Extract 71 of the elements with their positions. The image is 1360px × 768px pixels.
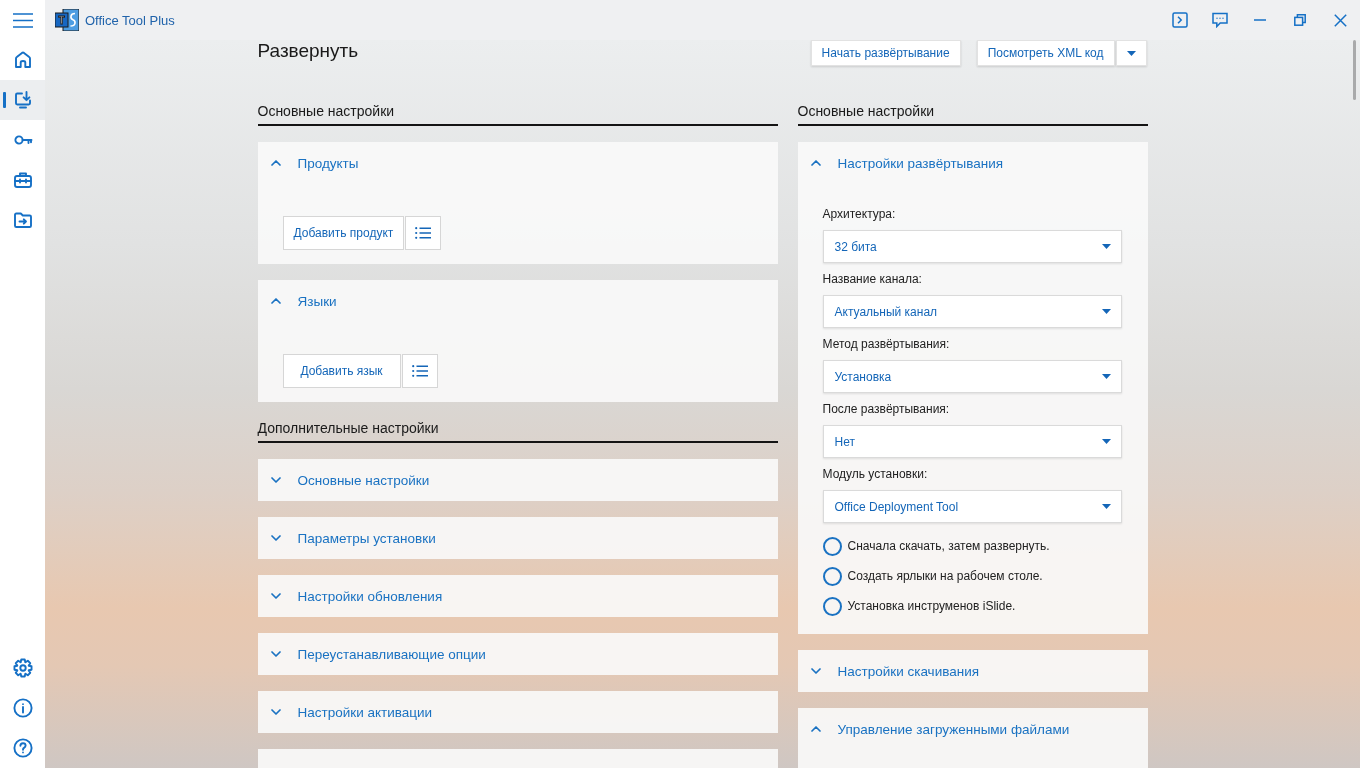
caret-icon — [1101, 504, 1111, 509]
chevron-down-icon[interactable] — [270, 535, 281, 541]
section-heading: Основные настройки — [257, 101, 778, 126]
caret-icon — [1101, 309, 1111, 314]
card-title[interactable]: Переустанавливающие опции — [297, 646, 486, 662]
field-label: После развёртывания: — [822, 401, 951, 417]
app-logo: T — [55, 9, 79, 31]
radio-button[interactable] — [822, 566, 842, 586]
feedback-icon[interactable] — [1212, 12, 1228, 28]
terminal-icon[interactable] — [1172, 12, 1188, 28]
settings-icon — [12, 658, 33, 678]
section-heading: Дополнительные настройки — [257, 418, 778, 443]
radio-button[interactable] — [822, 596, 842, 616]
add-button[interactable]: Добавить язык — [282, 354, 401, 388]
card-title[interactable]: Настройки обновления — [297, 588, 443, 604]
xml-code-button[interactable]: Посмотреть XML код — [976, 40, 1115, 66]
chevron-up-icon[interactable] — [270, 160, 281, 166]
field-label: Модуль установки: — [822, 466, 929, 482]
card-title[interactable]: Языки — [297, 293, 337, 309]
toolbox-icon — [12, 170, 33, 190]
card-title[interactable]: Основные настройки — [297, 472, 430, 488]
card-title[interactable]: Настройки скачивания — [837, 663, 980, 679]
dropdown[interactable]: Нет — [822, 425, 1122, 458]
page-title: Развернуть — [257, 40, 359, 63]
chevron-up-icon[interactable] — [810, 726, 821, 732]
restore-icon[interactable] — [1294, 14, 1306, 26]
card-title[interactable]: Продукты — [297, 155, 359, 171]
home-icon — [12, 50, 33, 70]
section-heading: Основные настройки — [797, 101, 1148, 126]
help-icon — [12, 738, 33, 758]
radio-button[interactable] — [822, 536, 842, 556]
menu-icon[interactable] — [12, 12, 33, 28]
field-label: Название канала: — [822, 271, 923, 287]
sidebar-item[interactable] — [0, 80, 45, 120]
chevron-down-icon[interactable] — [810, 668, 821, 674]
chevron-up-icon[interactable] — [270, 298, 281, 304]
dropdown[interactable]: Установка — [822, 360, 1122, 393]
dropdown-button[interactable] — [1115, 40, 1147, 66]
card-title[interactable]: Управление загруженными файлами — [837, 721, 1070, 737]
dropdown[interactable]: Актуальный канал — [822, 295, 1122, 328]
start-deployment-button[interactable]: Начать развёртывание — [810, 40, 961, 66]
list-icon — [411, 365, 428, 377]
chevron-down-icon[interactable] — [270, 593, 281, 599]
caret-icon — [1101, 374, 1111, 379]
list-icon — [415, 227, 432, 239]
caret-icon — [1126, 50, 1136, 56]
caret-icon — [1101, 244, 1111, 249]
chevron-up-icon[interactable] — [810, 160, 821, 166]
chevron-down-icon[interactable] — [270, 477, 281, 483]
list-button[interactable] — [405, 216, 442, 250]
dropdown[interactable]: Office Deployment Tool — [822, 490, 1122, 523]
folder-arrow-icon — [12, 210, 33, 230]
dropdown[interactable]: 32 бита — [822, 230, 1122, 263]
option-label: Создать ярлыки на рабочем столе. — [847, 569, 1043, 583]
option-label: Установка инструменов iSlide. — [847, 599, 1016, 613]
chevron-down-icon[interactable] — [270, 709, 281, 715]
chevron-down-icon[interactable] — [270, 651, 281, 657]
app-title: Office Tool Plus — [85, 12, 175, 28]
monitor-download-icon — [12, 90, 33, 110]
caret-icon — [1101, 439, 1111, 444]
field-label: Метод развёртывания: — [822, 336, 951, 352]
info-icon — [12, 698, 33, 718]
close-icon[interactable] — [1333, 13, 1347, 27]
add-button[interactable]: Добавить продукт — [282, 216, 405, 250]
card-title[interactable]: Параметры установки — [297, 530, 436, 546]
card-title[interactable]: Настройки активации — [297, 704, 433, 720]
list-button[interactable] — [401, 354, 438, 388]
field-label: Архитектура: — [822, 206, 897, 222]
scrollbar-thumb[interactable] — [1353, 40, 1356, 100]
option-label: Сначала скачать, затем развернуть. — [847, 539, 1050, 553]
card-title[interactable]: Настройки развёртывания — [837, 155, 1004, 171]
